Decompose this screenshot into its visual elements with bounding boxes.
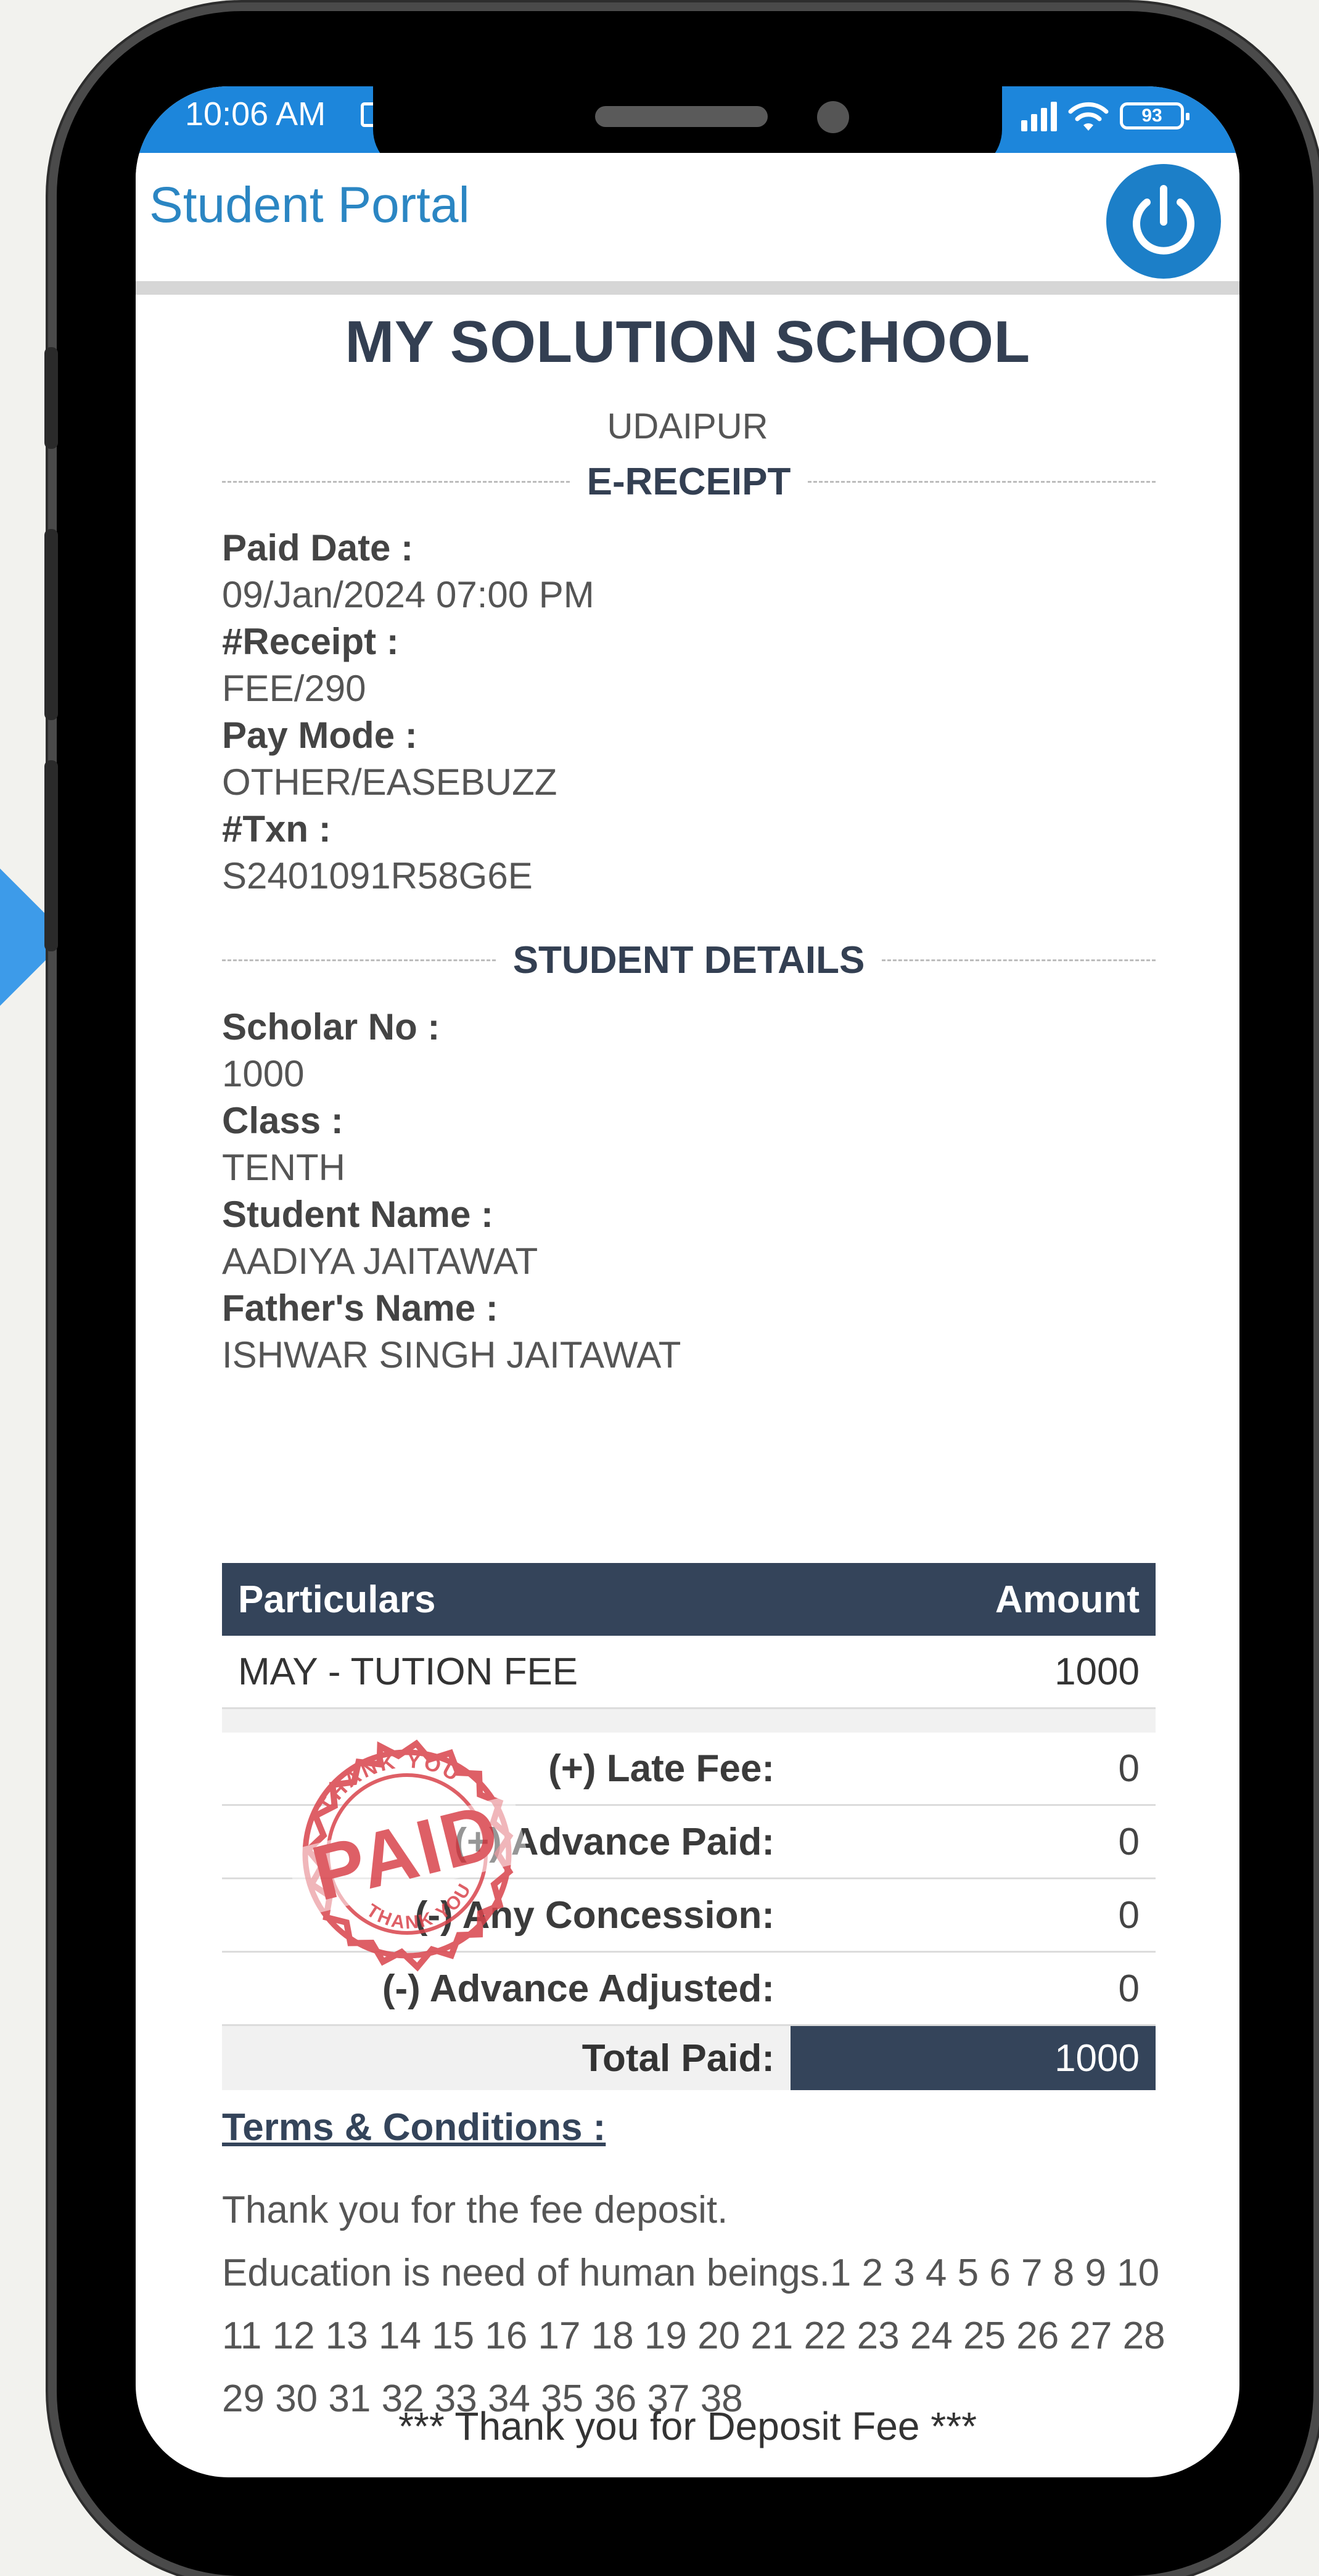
phone-mute-switch	[44, 347, 58, 449]
divider	[882, 959, 1156, 961]
receipt-no-value: FEE/290	[222, 668, 366, 709]
class-label: Class :	[222, 1100, 343, 1141]
concession-label: (-) Any Concession:	[222, 1878, 791, 1953]
scholar-no-label: Scholar No :	[222, 1006, 440, 1048]
wifi-icon	[1068, 102, 1109, 131]
battery-level: 93	[1141, 105, 1162, 126]
terms-line-1: Thank you for the fee deposit.	[222, 2189, 728, 2231]
paid-date-value: 09/Jan/2024 07:00 PM	[222, 574, 594, 615]
terms-title: Terms & Conditions :	[222, 2106, 606, 2149]
advance-adjusted-label: (-) Advance Adjusted:	[222, 1951, 791, 2026]
pay-mode-value: OTHER/EASEBUZZ	[222, 761, 557, 803]
column-header-amount: Amount	[791, 1563, 1156, 1636]
student-details-title: STUDENT DETAILS	[512, 939, 865, 982]
summary-row-concession: (-) Any Concession: 0	[222, 1878, 1156, 1953]
power-icon	[1133, 185, 1194, 255]
summary-row-advance-adjusted: (-) Advance Adjusted: 0	[222, 1951, 1156, 2026]
ereceipt-title: E-RECEIPT	[586, 461, 791, 503]
footer-thanks: *** Thank you for Deposit Fee ***	[398, 2404, 977, 2448]
fee-item-amount: 1000	[791, 1636, 1156, 1709]
total-row: Total Paid: 1000	[222, 2025, 1156, 2090]
total-paid-amount: 1000	[791, 2025, 1156, 2090]
student-details-heading: STUDENT DETAILS	[222, 938, 1156, 982]
student-name-value: AADIYA JAITAWAT	[222, 1241, 538, 1282]
receipt-body: MY SOLUTION SCHOOL UDAIPUR E-RECEIPT Pai…	[136, 295, 1239, 2477]
app-header: Student Portal	[136, 153, 1239, 295]
terms-body: Thank you for the fee deposit. Education…	[222, 2179, 1172, 2430]
logout-button[interactable]	[1106, 164, 1221, 279]
late-fee-amount: 0	[791, 1733, 1156, 1806]
ereceipt-heading: E-RECEIPT	[222, 460, 1156, 504]
table-header-row: Particulars Amount	[222, 1563, 1156, 1636]
late-fee-label: (+) Late Fee:	[222, 1733, 791, 1806]
summary-row-advance-paid: (+) Advance Paid: 0	[222, 1805, 1156, 1879]
father-name-value: ISHWAR SINGH JAITAWAT	[222, 1334, 681, 1376]
battery-icon: 93	[1120, 102, 1190, 129]
signal-icon	[1021, 100, 1057, 131]
fee-table: Particulars Amount MAY - TUTION FEE 1000…	[222, 1563, 1156, 2090]
phone-volume-down	[44, 760, 58, 951]
summary-row-late-fee: (+) Late Fee: 0	[222, 1733, 1156, 1806]
speaker-grille	[595, 106, 768, 127]
table-spacer-row	[222, 1708, 1156, 1733]
advance-paid-amount: 0	[791, 1805, 1156, 1879]
student-name-label: Student Name :	[222, 1194, 494, 1235]
advance-adjusted-amount: 0	[791, 1951, 1156, 2026]
status-time: 10:06 AM	[185, 96, 326, 133]
app-screen: 10:06 AM 93 Student Portal MY SOLUTION S…	[136, 86, 1239, 2477]
paid-date-label: Paid Date :	[222, 527, 414, 568]
class-value: TENTH	[222, 1147, 345, 1188]
student-fields: Scholar No : 1000 Class : TENTH Student …	[222, 1004, 681, 1379]
table-row: MAY - TUTION FEE 1000	[222, 1636, 1156, 1709]
phone-volume-up	[44, 529, 58, 720]
total-paid-label: Total Paid:	[222, 2025, 791, 2090]
divider	[222, 959, 496, 961]
spacer-cell	[222, 1708, 1156, 1733]
pay-mode-label: Pay Mode :	[222, 715, 417, 756]
payment-fields: Paid Date : 09/Jan/2024 07:00 PM #Receip…	[222, 525, 594, 900]
column-header-particulars: Particulars	[222, 1563, 791, 1636]
status-indicators: 93	[1021, 99, 1190, 133]
page-title: Student Portal	[149, 177, 470, 233]
fee-item-name: MAY - TUTION FEE	[222, 1636, 791, 1709]
divider	[222, 481, 570, 483]
terms-line-2: Education is need of human beings.1 2 3 …	[222, 2252, 1165, 2420]
receipt-no-label: #Receipt :	[222, 621, 399, 662]
front-camera	[817, 101, 849, 133]
advance-paid-label: (+) Advance Paid:	[222, 1805, 791, 1879]
txn-value: S2401091R58G6E	[222, 855, 533, 896]
school-city: UDAIPUR	[607, 406, 768, 446]
father-name-label: Father's Name :	[222, 1287, 498, 1329]
divider	[808, 481, 1156, 483]
scholar-no-value: 1000	[222, 1053, 305, 1094]
concession-amount: 0	[791, 1878, 1156, 1953]
school-name: MY SOLUTION SCHOOL	[345, 309, 1030, 375]
txn-label: #Txn :	[222, 808, 331, 850]
